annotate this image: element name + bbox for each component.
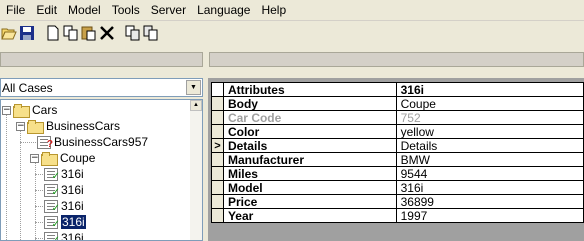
column-header-attributes[interactable]: Attributes	[222, 82, 397, 97]
tree-node-label: BusinessCars957	[54, 135, 149, 149]
left-pane-header	[0, 52, 203, 67]
delete-icon[interactable]	[99, 25, 115, 41]
tree-leaf[interactable]: ✓ 316i	[44, 166, 84, 182]
right-pane-header	[209, 52, 584, 67]
attribute-name: Details	[222, 138, 397, 153]
tree-leaf-label: 316i	[61, 215, 86, 229]
tree-node-special[interactable]: ? BusinessCars957	[37, 134, 148, 150]
case-checked-icon: ✓	[44, 199, 60, 214]
attribute-value[interactable]: 316i	[395, 180, 584, 195]
case-checked-icon: ✓	[44, 215, 60, 230]
copy-icon[interactable]	[63, 25, 79, 41]
chevron-down-icon[interactable]: ▼	[186, 80, 201, 95]
attribute-value[interactable]: Details	[395, 138, 584, 153]
menu-language[interactable]: Language	[197, 3, 250, 17]
scroll-up-icon[interactable]: ▲	[190, 100, 202, 111]
folder-open-icon	[41, 152, 58, 166]
case-filter-dropdown[interactable]: All Cases ▼	[0, 78, 203, 97]
attribute-name: Color	[222, 124, 397, 139]
open-folder-icon[interactable]	[1, 25, 17, 41]
grid-row-current[interactable]: > Details Details	[211, 138, 584, 153]
grid-row[interactable]: Manufacturer BMW	[211, 152, 584, 167]
tree-leaf[interactable]: ✓ 316i	[44, 182, 84, 198]
attribute-value[interactable]: 9544	[395, 166, 584, 181]
attribute-name: Miles	[222, 166, 397, 181]
case-checked-icon: ✓	[44, 183, 60, 198]
folder-open-icon	[27, 120, 44, 134]
column-header-case[interactable]: 316i	[395, 82, 584, 97]
menu-file[interactable]: File	[6, 3, 25, 17]
grid-row[interactable]: Miles 9544	[211, 166, 584, 181]
attribute-value: 752	[395, 110, 584, 125]
save-icon[interactable]	[19, 25, 35, 41]
grid-row[interactable]: Year 1997	[211, 208, 584, 223]
attribute-name: Model	[222, 180, 397, 195]
attribute-name: Car Code	[222, 110, 397, 125]
attribute-value[interactable]: Coupe	[395, 96, 584, 111]
row-indicator	[211, 194, 224, 209]
attribute-name: Body	[222, 96, 397, 111]
grid-row-disabled: Car Code 752	[211, 110, 584, 125]
tree-leaf-selected[interactable]: ✓ 316i	[44, 214, 86, 230]
tree-leaf-label: 316i	[61, 183, 84, 197]
tree-node-label: Coupe	[60, 151, 96, 165]
collapse-icon[interactable]: −	[30, 153, 39, 163]
tree-node-label: Cars	[32, 103, 58, 117]
row-indicator	[211, 166, 224, 181]
unknown-case-icon: ?	[37, 135, 53, 150]
tree-node-subgroup[interactable]: − Coupe	[30, 150, 95, 166]
tree-scrollbar[interactable]: ▲	[190, 100, 202, 240]
row-indicator	[211, 180, 224, 195]
tree-leaf-label: 316i	[61, 167, 84, 181]
duplicate-icon[interactable]	[125, 25, 141, 41]
grid-header-row: Attributes 316i	[211, 82, 584, 97]
tree-leaf[interactable]: ✓ 316i	[44, 198, 84, 214]
new-document-icon[interactable]	[45, 25, 61, 41]
case-tree: − Cars − BusinessCars ? BusinessCars957 …	[0, 99, 203, 241]
menu-server[interactable]: Server	[151, 3, 186, 17]
case-checked-icon: ✓	[44, 167, 60, 182]
attribute-value[interactable]: yellow	[395, 124, 584, 139]
menu-tools[interactable]: Tools	[112, 3, 140, 17]
attribute-name: Price	[222, 194, 397, 209]
menu-bar: File Edit Model Tools Server Language He…	[0, 0, 584, 21]
tree-node-label: BusinessCars	[46, 119, 121, 133]
case-filter-value: All Cases	[2, 80, 53, 95]
attribute-value[interactable]: 1997	[395, 208, 584, 223]
case-checked-icon: ✓	[44, 231, 60, 240]
row-indicator	[211, 152, 224, 167]
attribute-name: Year	[222, 208, 397, 223]
collapse-icon[interactable]: −	[16, 121, 25, 131]
grid-row[interactable]: Body Coupe	[211, 96, 584, 111]
tree-leaf-label: 316i	[61, 231, 84, 241]
attribute-grid-panel: Attributes 316i Body Coupe Car Code 752 …	[208, 78, 584, 241]
menu-edit[interactable]: Edit	[36, 3, 57, 17]
grid-row[interactable]: Price 36899	[211, 194, 584, 209]
attribute-value[interactable]: 36899	[395, 194, 584, 209]
row-indicator	[211, 96, 224, 111]
tree-node-group[interactable]: − BusinessCars	[16, 118, 120, 134]
attribute-name: Manufacturer	[222, 152, 397, 167]
current-row-marker: >	[211, 138, 224, 153]
menu-model[interactable]: Model	[68, 3, 101, 17]
duplicate-alt-icon[interactable]	[143, 25, 159, 41]
menu-help[interactable]: Help	[261, 3, 286, 17]
tree-node-root[interactable]: − Cars	[2, 102, 57, 118]
tree-leaf[interactable]: ✓ 316i	[44, 230, 84, 241]
row-indicator	[211, 208, 224, 223]
grid-row[interactable]: Color yellow	[211, 124, 584, 139]
folder-open-icon	[13, 104, 30, 118]
row-indicator	[211, 82, 224, 97]
row-indicator	[211, 124, 224, 139]
paste-icon[interactable]	[81, 25, 97, 41]
toolbar	[0, 22, 584, 44]
grid-row[interactable]: Model 316i	[211, 180, 584, 195]
attribute-grid: Attributes 316i Body Coupe Car Code 752 …	[211, 82, 584, 223]
collapse-icon[interactable]: −	[2, 105, 11, 115]
attribute-value[interactable]: BMW	[395, 152, 584, 167]
tree-leaf-label: 316i	[61, 199, 84, 213]
case-browser: All Cases ▼ − Cars − BusinessCars ? Busi…	[0, 78, 204, 241]
row-indicator	[211, 110, 224, 125]
